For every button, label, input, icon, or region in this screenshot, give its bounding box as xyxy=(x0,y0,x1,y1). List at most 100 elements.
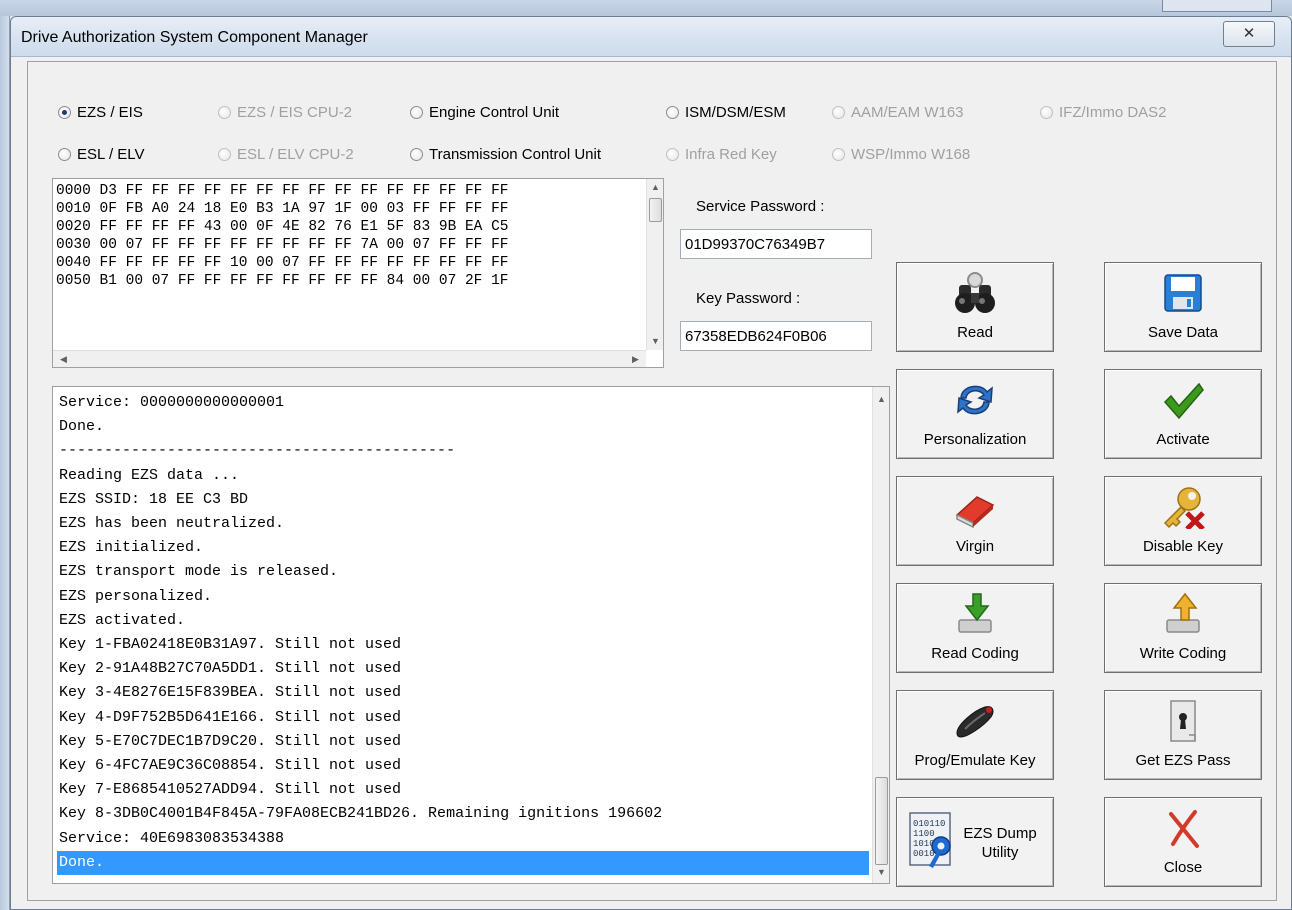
radio-label: ISM/DSM/ESM xyxy=(685,104,786,121)
hex-dump-view[interactable]: 0000 D3 FF FF FF FF FF FF FF FF FF FF FF… xyxy=(52,178,664,368)
get-ezs-pass-button-label: Get EZS Pass xyxy=(1135,752,1231,769)
radio-indicator xyxy=(832,148,845,161)
log-line: Key 5-E70C7DEC1B7D9C20. Still not used xyxy=(59,732,402,750)
service-password-label: Service Password : xyxy=(696,198,825,215)
service-password-field[interactable]: 01D99370C76349B7 xyxy=(680,229,872,259)
radio-indicator xyxy=(832,106,845,119)
scroll-down-arrow-icon[interactable]: ▼ xyxy=(647,333,664,350)
log-line: Done. xyxy=(59,418,105,436)
scroll-up-arrow-icon[interactable]: ▲ xyxy=(647,179,664,196)
close-button[interactable]: Close xyxy=(1104,797,1262,887)
hex-line: 0020 FF FF FF FF 43 00 0F 4E 82 76 E1 5F… xyxy=(56,219,509,235)
background-window-titlebar xyxy=(0,0,1292,16)
scroll-down-arrow-icon[interactable]: ▼ xyxy=(873,864,890,881)
personalization-button[interactable]: Personalization xyxy=(896,369,1054,459)
ezs-dump-utility-button[interactable]: 010110 1100 1010 0010 EZS Dump Utility xyxy=(896,797,1054,887)
disable-key-button-label: Disable Key xyxy=(1142,538,1224,555)
dialog-title: Drive Authorization System Component Man… xyxy=(21,29,368,46)
scroll-left-arrow-icon[interactable]: ◀ xyxy=(55,351,72,368)
personalization-button-label: Personalization xyxy=(923,431,1027,448)
virgin-button-label: Virgin xyxy=(955,538,995,555)
hex-line: 0040 FF FF FF FF FF 10 00 07 FF FF FF FF… xyxy=(56,255,509,271)
log-line: EZS initialized. xyxy=(59,539,204,557)
radio-infra-red-key[interactable]: Infra Red Key xyxy=(666,146,777,163)
ezs-dump-utility-label: EZS Dump Utility xyxy=(957,824,1043,862)
log-line: EZS activated. xyxy=(59,611,186,629)
dialog-client-area: EZS / EIS EZS / EIS CPU-2 Engine Control… xyxy=(27,61,1277,901)
scroll-right-arrow-icon[interactable]: ▶ xyxy=(627,351,644,368)
radio-esl-elv-cpu2[interactable]: ESL / ELV CPU-2 xyxy=(218,146,354,163)
radio-label: ESL / ELV xyxy=(77,146,145,163)
activate-button-label: Activate xyxy=(1156,431,1210,448)
component-manager-dialog: Drive Authorization System Component Man… xyxy=(10,16,1292,910)
radio-ezs-eis[interactable]: EZS / EIS xyxy=(58,104,143,121)
log-line: EZS transport mode is released. xyxy=(59,563,339,581)
log-line: Key 1-FBA02418E0B31A97. Still not used xyxy=(59,636,402,654)
get-ezs-pass-button[interactable]: Get EZS Pass xyxy=(1104,690,1262,780)
radio-label: AAM/EAM W163 xyxy=(851,104,964,121)
save-data-button-label: Save Data xyxy=(1147,324,1219,341)
log-output-view[interactable]: Service: 0000000000000001 Done. --------… xyxy=(52,386,890,884)
radio-label: EZS / EIS CPU-2 xyxy=(237,104,353,121)
radio-engine-control-unit[interactable]: Engine Control Unit xyxy=(410,104,559,121)
binary-key-icon: 010110 1100 1010 0010 xyxy=(909,812,951,868)
hex-horizontal-scrollbar[interactable]: ◀ ▶ xyxy=(53,350,646,367)
background-window-edge xyxy=(0,16,10,910)
activate-button[interactable]: Activate xyxy=(1104,369,1262,459)
hex-vertical-scrollbar[interactable]: ▲ ▼ xyxy=(646,179,663,350)
ezs-dump-label-line1: EZS Dump xyxy=(963,825,1037,842)
radio-label: Infra Red Key xyxy=(685,146,777,163)
scroll-thumb[interactable] xyxy=(875,777,888,865)
read-button[interactable]: Read xyxy=(896,262,1054,352)
radio-aam-eam-w163[interactable]: AAM/EAM W163 xyxy=(832,104,964,121)
refresh-arrows-icon xyxy=(957,385,993,415)
radio-label: Transmission Control Unit xyxy=(429,146,601,163)
write-coding-button[interactable]: Write Coding xyxy=(1104,583,1262,673)
save-data-button[interactable]: Save Data xyxy=(1104,262,1262,352)
radio-indicator xyxy=(218,148,231,161)
virgin-button[interactable]: Virgin xyxy=(896,476,1054,566)
write-coding-button-label: Write Coding xyxy=(1139,645,1227,662)
read-button-label: Read xyxy=(957,324,993,341)
radio-indicator xyxy=(58,106,71,119)
dialog-titlebar: Drive Authorization System Component Man… xyxy=(11,17,1291,57)
key-password-label: Key Password : xyxy=(696,290,801,307)
background-window-controls xyxy=(1162,0,1272,12)
log-line: Key 4-D9F752B5D641E166. Still not used xyxy=(59,708,402,726)
read-coding-button-label: Read Coding xyxy=(931,645,1019,662)
ezs-dump-label-line2: Utility xyxy=(981,844,1019,861)
radio-esl-elv[interactable]: ESL / ELV xyxy=(58,146,145,163)
hex-line: 0050 B1 00 07 FF FF FF FF FF FF FF FF 84… xyxy=(56,273,509,289)
log-lines: Service: 0000000000000001 Done. --------… xyxy=(57,391,869,876)
radio-indicator xyxy=(666,106,679,119)
binoculars-icon xyxy=(955,272,995,313)
disable-key-button[interactable]: Disable Key xyxy=(1104,476,1262,566)
log-line: Service: 40E6983083534388 xyxy=(59,829,285,847)
log-line-selected: Done. xyxy=(57,850,869,876)
titlebar-close-button[interactable]: ✕ xyxy=(1223,21,1275,47)
checkmark-icon xyxy=(1163,382,1204,420)
lock-door-icon xyxy=(1170,700,1196,742)
download-drive-icon xyxy=(958,593,992,633)
log-line: Key 8-3DB0C4001B4F845A-79FA08ECB241BD26.… xyxy=(59,805,663,823)
log-line: Service: 0000000000000001 xyxy=(59,394,285,411)
hex-dump-lines: 0000 D3 FF FF FF FF FF FF FF FF FF FF FF… xyxy=(56,182,636,332)
prog-emulate-key-button[interactable]: Prog/Emulate Key xyxy=(896,690,1054,780)
key-password-field[interactable]: 67358EDB624F0B06 xyxy=(680,321,872,351)
close-x-icon xyxy=(1169,810,1199,848)
read-coding-button[interactable]: Read Coding xyxy=(896,583,1054,673)
radio-ism-dsm-esm[interactable]: ISM/DSM/ESM xyxy=(666,104,786,121)
radio-indicator xyxy=(666,148,679,161)
car-key-icon xyxy=(956,706,994,738)
scroll-thumb[interactable] xyxy=(649,198,662,222)
radio-ifz-immo-das2[interactable]: IFZ/Immo DAS2 xyxy=(1040,104,1167,121)
log-vertical-scrollbar[interactable]: ▲ ▼ xyxy=(872,387,889,883)
radio-label: IFZ/Immo DAS2 xyxy=(1059,104,1167,121)
radio-wsp-immo-w168[interactable]: WSP/Immo W168 xyxy=(832,146,970,163)
radio-transmission-control-unit[interactable]: Transmission Control Unit xyxy=(410,146,601,163)
log-line: EZS has been neutralized. xyxy=(59,515,285,533)
scroll-up-arrow-icon[interactable]: ▲ xyxy=(873,391,890,408)
radio-ezs-eis-cpu2[interactable]: EZS / EIS CPU-2 xyxy=(218,104,352,121)
log-line: Key 7-E8685410527ADD94. Still not used xyxy=(59,781,402,799)
radio-indicator xyxy=(410,106,423,119)
